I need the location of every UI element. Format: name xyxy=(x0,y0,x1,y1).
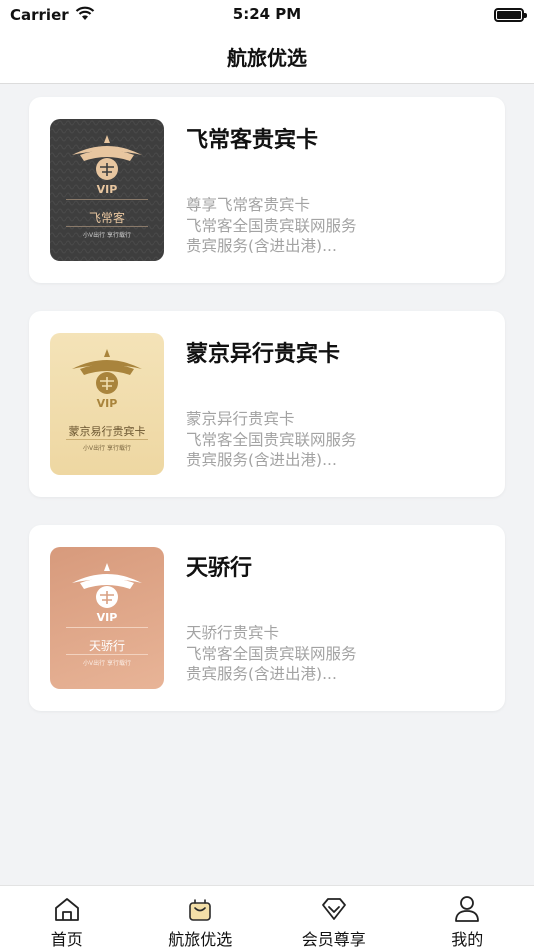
card-description: 尊享飞常客贵宾卡 飞常客全国贵宾联网服务 贵宾服务(含进出港)... xyxy=(186,195,357,257)
card-title: 飞常客贵宾卡 xyxy=(186,128,319,153)
home-icon xyxy=(52,894,82,923)
nav-bar: 航旅优选 xyxy=(0,30,534,84)
status-bar: Carrier 5:24 PM xyxy=(0,0,534,30)
yurt-logo-icon xyxy=(72,563,142,608)
card-line: 尊享飞常客贵宾卡 xyxy=(186,196,311,214)
battery-icon xyxy=(494,8,527,22)
card-tianjiao[interactable]: VIP 天骄行 小V出行 享行载行 天骄行 天骄行贵宾卡 飞常客全国贵宾联网服务… xyxy=(29,525,505,711)
thumb-footer: 小V出行 享行载行 xyxy=(82,445,131,452)
card-thumbnail: VIP 天骄行 小V出行 享行载行 xyxy=(50,547,164,689)
person-icon xyxy=(452,894,482,923)
status-time: 5:24 PM xyxy=(232,5,302,23)
diamond-icon xyxy=(319,894,349,923)
card-line: 飞常客全国贵宾联网服务 xyxy=(186,430,357,449)
tab-home[interactable]: 首页 xyxy=(0,886,134,950)
card-thumbnail: VIP 蒙京易行贵宾卡 小V出行 享行载行 xyxy=(50,333,164,475)
thumb-label: 蒙京易行贵宾卡 xyxy=(68,425,146,438)
card-line: 贵宾服务(含进出港)... xyxy=(186,237,337,255)
thumb-badge: VIP xyxy=(96,397,118,410)
tab-bar: 首页 航旅优选 会员尊享 我的 xyxy=(0,885,534,950)
thumb-footer: 小V出行 享行载行 xyxy=(82,232,131,239)
tab-label: 首页 xyxy=(50,930,83,949)
yurt-logo-icon xyxy=(72,349,142,394)
thumb-badge: VIP xyxy=(96,611,118,624)
thumb-footer: 小V出行 享行载行 xyxy=(82,660,131,667)
card-mengjing[interactable]: VIP 蒙京易行贵宾卡 小V出行 享行载行 蒙京异行贵宾卡 蒙京异行贵宾卡 飞常… xyxy=(29,311,505,497)
thumb-badge: VIP xyxy=(96,183,118,196)
card-line: 贵宾服务(含进出港)... xyxy=(186,451,337,469)
tab-mine[interactable]: 我的 xyxy=(401,886,534,950)
card-line: 飞常客全国贵宾联网服务 xyxy=(186,216,357,235)
card-line: 飞常客全国贵宾联网服务 xyxy=(186,644,357,663)
bag-icon xyxy=(185,894,215,923)
card-thumbnail: VIP 飞常客 小V出行 享行载行 xyxy=(50,119,164,261)
card-feichangke[interactable]: VIP 飞常客 小V出行 享行载行 飞常客贵宾卡 尊享飞常客贵宾卡 飞常客全国贵… xyxy=(29,97,505,283)
card-title: 天骄行 xyxy=(186,556,253,581)
page-title: 航旅优选 xyxy=(227,46,307,70)
card-title: 蒙京异行贵宾卡 xyxy=(186,342,341,367)
tab-label: 航旅优选 xyxy=(168,930,233,949)
card-line: 蒙京异行贵宾卡 xyxy=(186,410,295,428)
thumb-label: 天骄行 xyxy=(88,639,125,653)
card-description: 天骄行贵宾卡 飞常客全国贵宾联网服务 贵宾服务(含进出港)... xyxy=(186,623,357,685)
card-description: 蒙京异行贵宾卡 飞常客全国贵宾联网服务 贵宾服务(含进出港)... xyxy=(186,409,357,471)
card-line: 天骄行贵宾卡 xyxy=(186,624,280,642)
tab-member[interactable]: 会员尊享 xyxy=(267,886,401,950)
tab-label: 我的 xyxy=(451,930,484,949)
tab-travel[interactable]: 航旅优选 xyxy=(134,886,268,950)
thumb-label: 飞常客 xyxy=(88,211,125,225)
card-line: 贵宾服务(含进出港)... xyxy=(186,665,337,683)
tab-label: 会员尊享 xyxy=(301,930,366,949)
